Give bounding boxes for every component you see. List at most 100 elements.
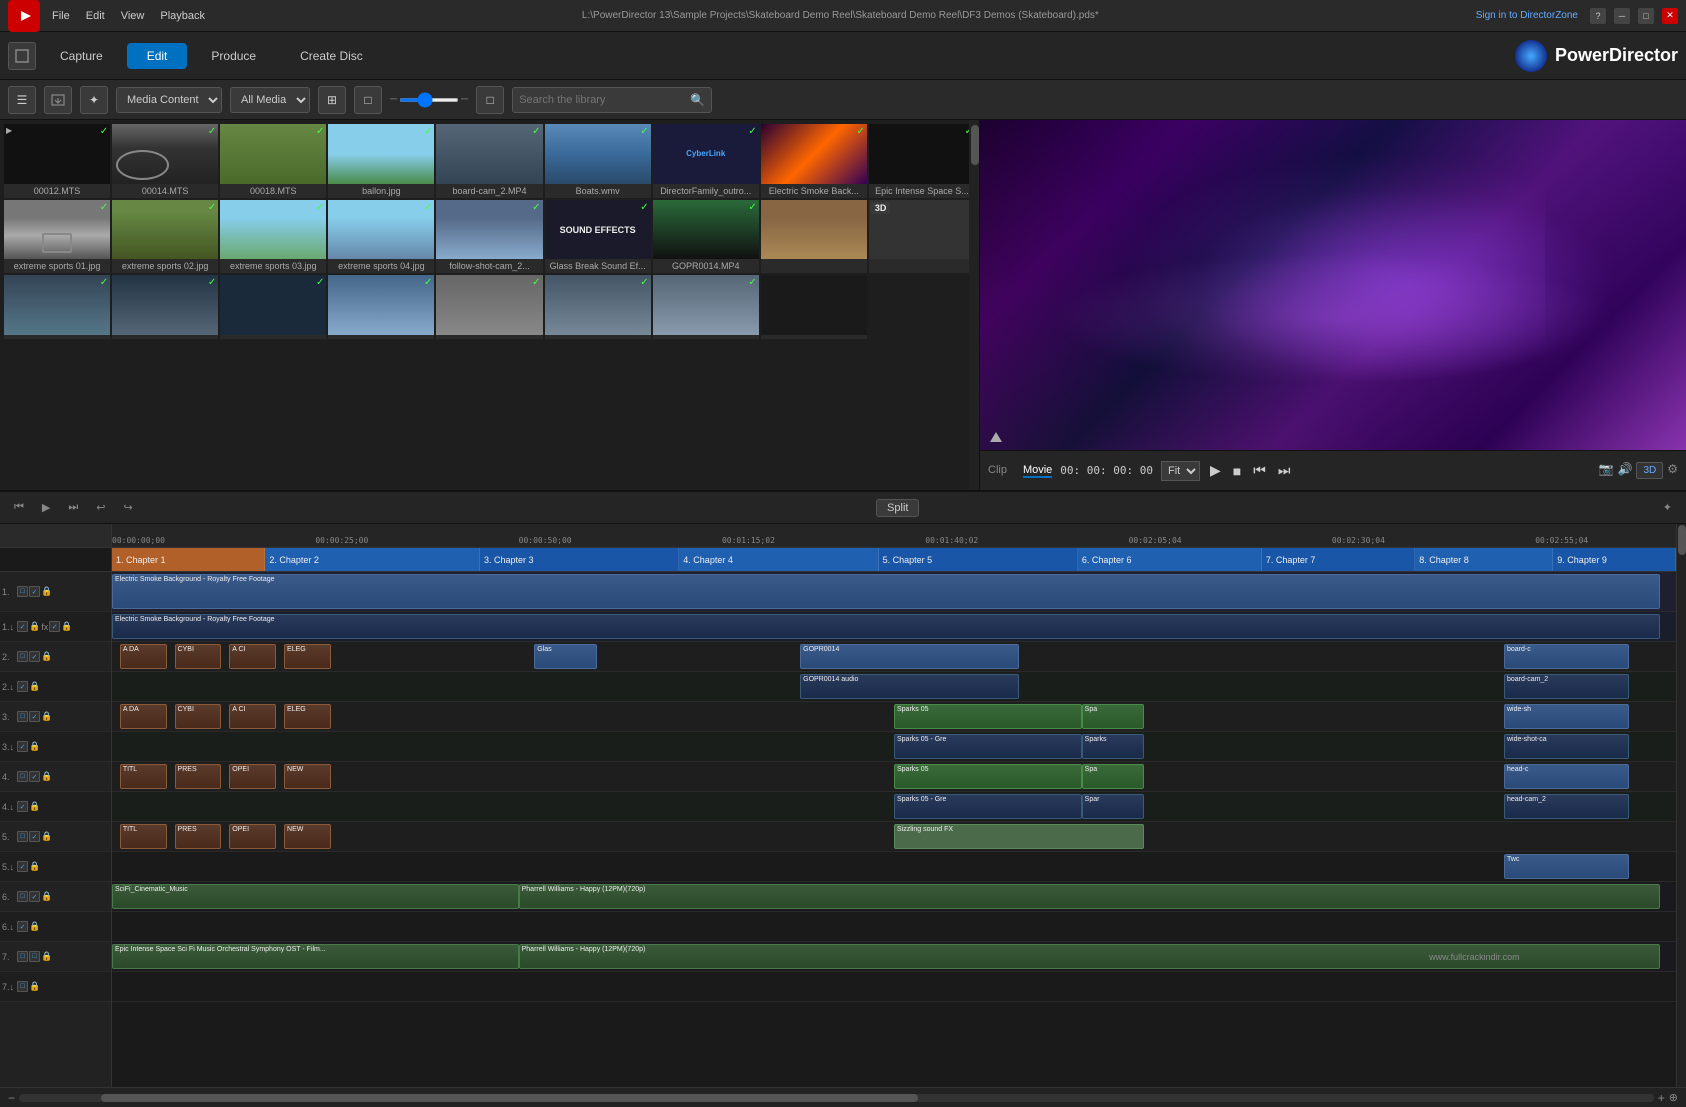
clip-3-sparks1[interactable]: Sparks 05	[894, 704, 1082, 729]
next-frame-button[interactable]: ⏭	[1276, 460, 1293, 481]
media-item[interactable]: ✓	[436, 275, 542, 339]
track-3-lock[interactable]: 🔒	[41, 711, 52, 722]
track-5-check[interactable]: ✓	[29, 831, 40, 842]
clip-2-1[interactable]: A DA	[120, 644, 167, 669]
produce-button[interactable]: Produce	[191, 43, 276, 69]
track-5-eye[interactable]: □	[17, 831, 28, 842]
chapter-4[interactable]: 4. Chapter 4	[679, 548, 878, 571]
track-5-lock[interactable]: 🔒	[41, 831, 52, 842]
clip-4s-head[interactable]: head-cam_2	[1504, 794, 1629, 819]
media-item[interactable]	[761, 275, 867, 339]
chapter-8[interactable]: 8. Chapter 8	[1415, 548, 1553, 571]
media-item[interactable]: ✓ ballon.jpg	[328, 124, 434, 198]
media-item[interactable]: ✓ Boats.wmv	[545, 124, 651, 198]
track-6s-lock[interactable]: 🔒	[29, 921, 40, 932]
maximize-button[interactable]: □	[1638, 8, 1654, 24]
clip-3-wide[interactable]: wide-sh	[1504, 704, 1629, 729]
chapter-9[interactable]: 9. Chapter 9	[1553, 548, 1676, 571]
clip-3-4[interactable]: ELEG	[284, 704, 331, 729]
track-2-eye[interactable]: □	[17, 651, 28, 662]
media-item[interactable]: ✓ 00018.MTS	[220, 124, 326, 198]
tab-movie[interactable]: Movie	[1023, 464, 1052, 478]
media-item[interactable]: ✓ board-cam_2.MP4	[436, 124, 542, 198]
snapshot-icon[interactable]: 📷	[1599, 462, 1614, 479]
zoom-out-icon[interactable]: −	[8, 1091, 15, 1105]
media-item[interactable]: ✓ 00014.MTS	[112, 124, 218, 198]
media-item[interactable]: ✓	[112, 275, 218, 339]
clip-electric-smoke-audio[interactable]: Electric Smoke Background - Royalty Free…	[112, 614, 1660, 639]
small-thumb-button[interactable]: □	[354, 86, 382, 114]
media-item[interactable]: ✓ extreme sports 01.jpg	[4, 200, 110, 274]
media-item[interactable]: CyberLink ✓ DirectorFamily_outro...	[653, 124, 759, 198]
track-7-eye[interactable]: □	[17, 951, 28, 962]
media-item[interactable]: ✓ extreme sports 03.jpg	[220, 200, 326, 274]
thumb-size-slider[interactable]: ─ ─	[390, 94, 468, 105]
chapter-3[interactable]: 3. Chapter 3	[480, 548, 679, 571]
track-3s-check[interactable]: ✓	[17, 741, 28, 752]
clip-3-1[interactable]: A DA	[120, 704, 167, 729]
media-item[interactable]: ▶ ✓ 00012.MTS	[4, 124, 110, 198]
prev-frame-button[interactable]: ⏮	[1251, 460, 1268, 481]
track-3-eye[interactable]: □	[17, 711, 28, 722]
fit-dropdown[interactable]: Fit	[1161, 461, 1200, 481]
media-item[interactable]: ✓	[653, 275, 759, 339]
track-1-lock[interactable]: 🔒	[41, 586, 52, 597]
play-button[interactable]: ▶	[1208, 460, 1223, 481]
menu-edit[interactable]: Edit	[86, 10, 105, 22]
clip-epic-music[interactable]: Epic Intense Space Sci Fi Music Orchestr…	[112, 944, 519, 969]
track-4-lock[interactable]: 🔒	[41, 771, 52, 782]
track-3s-lock[interactable]: 🔒	[29, 741, 40, 752]
redo-button[interactable]: ↪	[118, 499, 139, 516]
clip-4-head[interactable]: head-c	[1504, 764, 1629, 789]
track-1-check[interactable]: ✓	[29, 586, 40, 597]
track-1s-lock[interactable]: 🔒	[29, 621, 40, 632]
search-input[interactable]	[519, 94, 690, 106]
media-item[interactable]: 3D	[869, 200, 975, 274]
fx-icon[interactable]: fx	[41, 622, 48, 632]
media-item[interactable]	[761, 200, 867, 274]
media-item[interactable]: ✓ extreme sports 02.jpg	[112, 200, 218, 274]
media-item[interactable]: ✓ Electric Smoke Back...	[761, 124, 867, 198]
track-2-check[interactable]: ✓	[29, 651, 40, 662]
split-button[interactable]: Split	[876, 499, 919, 517]
chapter-1[interactable]: 1. Chapter 1	[112, 548, 265, 571]
media-item[interactable]: ✓ GOPR0014.MP4	[653, 200, 759, 274]
timeline-home-button[interactable]: ⏮	[8, 499, 30, 516]
track-1-eye[interactable]: □	[17, 586, 28, 597]
search-box[interactable]: 🔍	[512, 87, 712, 113]
track-7s-lock[interactable]: 🔒	[29, 981, 40, 992]
tab-clip[interactable]: Clip	[988, 464, 1007, 478]
clip-3s-wide[interactable]: wide-shot-ca	[1504, 734, 1629, 759]
clip-3s-audio2[interactable]: Sparks	[1082, 734, 1145, 759]
import-button[interactable]	[44, 86, 72, 114]
track-4s-lock[interactable]: 🔒	[29, 801, 40, 812]
media-item[interactable]: ✓ extreme sports 04.jpg	[328, 200, 434, 274]
clip-5-sizzle[interactable]: Sizzling sound FX	[894, 824, 1144, 849]
stop-button[interactable]: ■	[1231, 461, 1243, 481]
clip-2s-audio[interactable]: GOPR0014 audio	[800, 674, 1019, 699]
media-item[interactable]: ✓	[328, 275, 434, 339]
clip-2-2[interactable]: CYBI	[175, 644, 222, 669]
clip-2s-audio2[interactable]: board-cam_2	[1504, 674, 1629, 699]
menu-bar[interactable]: File Edit View Playback	[52, 10, 205, 22]
track-2s-check[interactable]: ✓	[17, 681, 28, 692]
track-5s-lock[interactable]: 🔒	[29, 861, 40, 872]
track-1s-lock2[interactable]: 🔒	[61, 621, 72, 632]
clip-5-1[interactable]: TITL	[120, 824, 167, 849]
chapter-2[interactable]: 2. Chapter 2	[265, 548, 480, 571]
track-2s-lock[interactable]: 🔒	[29, 681, 40, 692]
clip-4-4[interactable]: NEW	[284, 764, 331, 789]
clip-5-4[interactable]: NEW	[284, 824, 331, 849]
clip-5s-misc[interactable]: Twc	[1504, 854, 1629, 879]
clip-4s-audio[interactable]: Sparks 05 - Gre	[894, 794, 1082, 819]
media-item[interactable]: ✓	[4, 275, 110, 339]
media-item[interactable]: ✓	[220, 275, 326, 339]
menu-view[interactable]: View	[121, 10, 145, 22]
track-2-lock[interactable]: 🔒	[41, 651, 52, 662]
sign-in-link[interactable]: Sign in to DirectorZone	[1476, 10, 1578, 21]
volume-icon[interactable]: 🔊	[1617, 462, 1632, 479]
clip-electric-smoke[interactable]: Electric Smoke Background - Royalty Free…	[112, 574, 1660, 609]
clip-2-3[interactable]: A CI	[229, 644, 276, 669]
track-1s-cb2[interactable]: ✓	[49, 621, 60, 632]
media-item[interactable]: ✓ follow-shot-cam_2...	[436, 200, 542, 274]
